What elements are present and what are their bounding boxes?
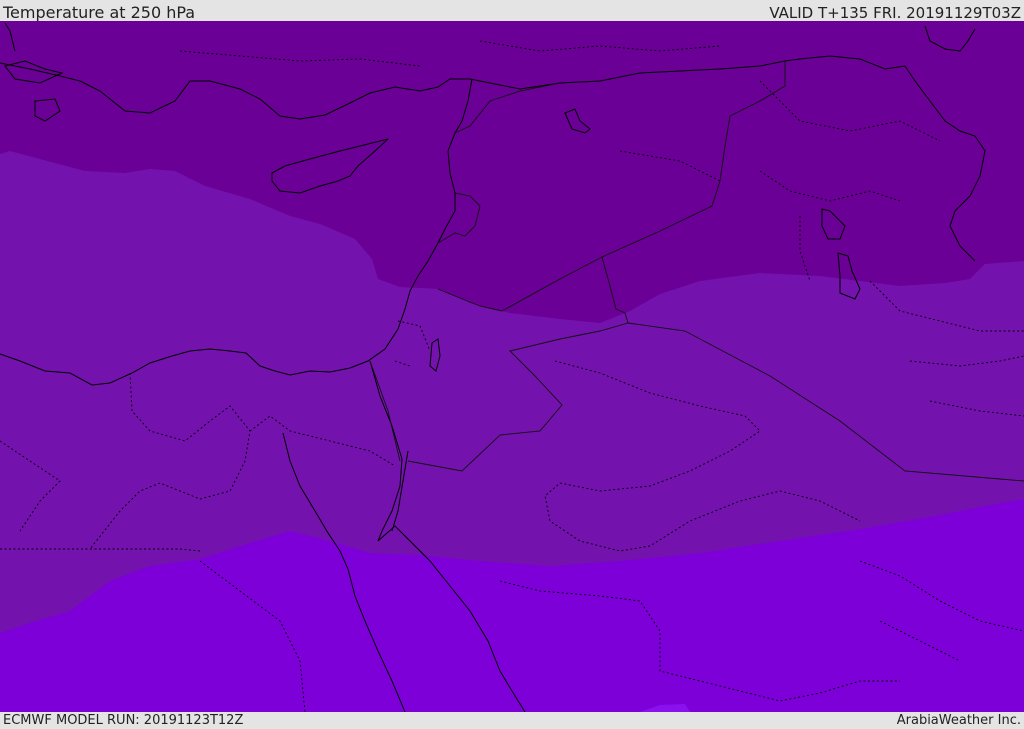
header-bar: Temperature at 250 hPa VALID T+135 FRI. …: [0, 0, 1024, 22]
map-title: Temperature at 250 hPa: [3, 3, 196, 22]
credit: ArabiaWeather Inc.: [896, 713, 1021, 728]
valid-time: VALID T+135 FRI. 20191129T03Z: [769, 4, 1021, 22]
footer-bar: ECMWF MODEL RUN: 20191123T12Z ArabiaWeat…: [0, 712, 1024, 729]
weather-map[interactable]: [0, 21, 1024, 712]
map-canvas: [0, 21, 1024, 712]
model-run: ECMWF MODEL RUN: 20191123T12Z: [3, 713, 244, 728]
